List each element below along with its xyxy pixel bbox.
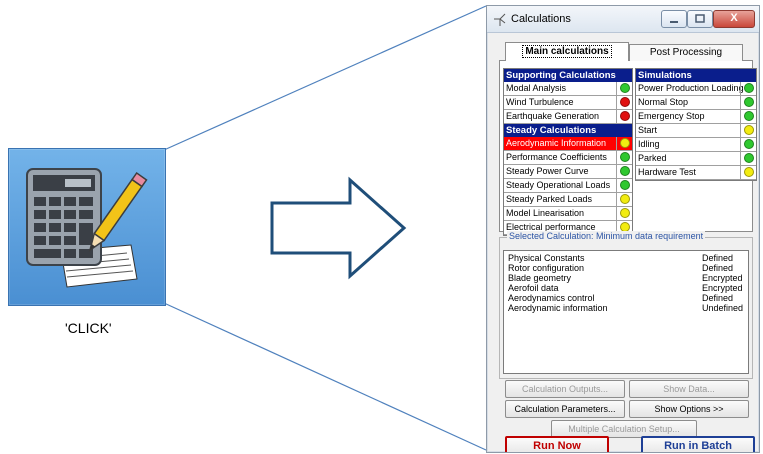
status-green-icon bbox=[744, 97, 754, 107]
list-item-label: Parked bbox=[638, 153, 667, 163]
status-yellow-icon bbox=[620, 194, 630, 204]
list-item-power-production-loading[interactable]: Power Production Loading bbox=[636, 82, 756, 96]
requirement-name: Blade geometry bbox=[508, 273, 572, 283]
status-green-icon bbox=[744, 111, 754, 121]
calculations-list-left: Supporting Calculations Modal Analysis W… bbox=[503, 68, 633, 236]
requirement-name: Aerodynamics control bbox=[508, 293, 595, 303]
tab-label: Main calculations bbox=[522, 45, 612, 58]
list-item-steady-power-curve[interactable]: Steady Power Curve bbox=[504, 165, 632, 179]
list-item-label: Steady Power Curve bbox=[506, 166, 589, 176]
simulations-list: Simulations Power Production Loading Nor… bbox=[635, 68, 757, 181]
tab-main-calculations[interactable]: Main calculations bbox=[505, 42, 629, 61]
list-item-label: Emergency Stop bbox=[638, 111, 705, 121]
list-item-label: Idling bbox=[638, 139, 660, 149]
minimize-button[interactable] bbox=[661, 10, 687, 28]
requirement-status: Defined bbox=[702, 263, 734, 273]
status-green-icon bbox=[620, 152, 630, 162]
list-item-normal-stop[interactable]: Normal Stop bbox=[636, 96, 756, 110]
status-red-icon bbox=[620, 111, 630, 121]
list-item-label: Aerodynamic Information bbox=[506, 138, 607, 148]
status-red-icon bbox=[620, 97, 630, 107]
requirement-title: Selected Calculation: Minimum data requi… bbox=[507, 231, 706, 241]
requirement-name: Physical Constants bbox=[508, 253, 585, 263]
requirement-status: Defined bbox=[702, 293, 734, 303]
list-item-label: Performance Coefficients bbox=[506, 152, 607, 162]
status-green-icon bbox=[620, 83, 630, 93]
status-yellow-icon bbox=[744, 125, 754, 135]
list-item-wind-turbulence[interactable]: Wind Turbulence bbox=[504, 96, 632, 110]
list-item-performance-coefficients[interactable]: Performance Coefficients bbox=[504, 151, 632, 165]
requirement-list[interactable]: Physical Constants Defined Rotor configur… bbox=[503, 250, 749, 374]
list-item-label: Power Production Loading bbox=[638, 83, 744, 93]
status-yellow-icon bbox=[620, 138, 630, 148]
status-green-icon bbox=[620, 180, 630, 190]
requirement-status: Undefined bbox=[702, 303, 744, 313]
maximize-button[interactable] bbox=[687, 10, 713, 28]
list-item-label: Earthquake Generation bbox=[506, 111, 600, 121]
calculator-app-icon[interactable] bbox=[8, 148, 166, 306]
wind-turbine-icon bbox=[494, 13, 506, 26]
window-title: Calculations bbox=[511, 13, 571, 25]
requirement-status: Defined bbox=[702, 253, 734, 263]
requirement-status: Encrypted bbox=[702, 273, 743, 283]
tab-post-processing[interactable]: Post Processing bbox=[629, 44, 743, 61]
requirement-name: Aerodynamic information bbox=[508, 303, 608, 313]
connector-line-top bbox=[163, 5, 487, 151]
requirement-status: Encrypted bbox=[702, 283, 743, 293]
list-item-label: Normal Stop bbox=[638, 97, 689, 107]
run-in-batch-button[interactable]: Run in Batch bbox=[641, 436, 755, 452]
show-data-button[interactable]: Show Data... bbox=[629, 380, 749, 398]
show-options-button[interactable]: Show Options >> bbox=[629, 400, 749, 418]
list-item-label: Wind Turbulence bbox=[506, 97, 574, 107]
status-green-icon bbox=[620, 166, 630, 176]
requirement-name: Aerofoil data bbox=[508, 283, 559, 293]
list-item-idling[interactable]: Idling bbox=[636, 138, 756, 152]
list-item-hardware-test[interactable]: Hardware Test bbox=[636, 166, 756, 180]
list-item-label: Model Linearisation bbox=[506, 208, 585, 218]
calculator-with-pencil-icon bbox=[26, 168, 148, 288]
list-item-parked[interactable]: Parked bbox=[636, 152, 756, 166]
status-green-icon bbox=[744, 139, 754, 149]
close-button[interactable]: X bbox=[713, 10, 755, 28]
calculation-parameters-button[interactable]: Calculation Parameters... bbox=[505, 400, 625, 418]
calculation-outputs-button[interactable]: Calculation Outputs... bbox=[505, 380, 625, 398]
list-item-label: Start bbox=[638, 125, 658, 135]
list-item-modal-analysis[interactable]: Modal Analysis bbox=[504, 82, 632, 96]
list-item-label: Modal Analysis bbox=[506, 83, 567, 93]
click-caption: 'CLICK' bbox=[65, 320, 112, 336]
status-green-icon bbox=[744, 153, 754, 163]
simulations-header: Simulations bbox=[636, 69, 756, 82]
list-item-steady-operational-loads[interactable]: Steady Operational Loads bbox=[504, 179, 632, 193]
steady-calculations-header: Steady Calculations bbox=[504, 124, 632, 137]
list-item-label: Steady Operational Loads bbox=[506, 180, 611, 190]
list-item-model-linearisation[interactable]: Model Linearisation bbox=[504, 207, 632, 221]
minimize-icon bbox=[670, 21, 678, 23]
maximize-icon bbox=[695, 14, 705, 23]
requirement-name: Rotor configuration bbox=[508, 263, 585, 273]
list-item-steady-parked-loads[interactable]: Steady Parked Loads bbox=[504, 193, 632, 207]
list-item-emergency-stop[interactable]: Emergency Stop bbox=[636, 110, 756, 124]
right-arrow-icon bbox=[270, 176, 407, 280]
list-item-label: Hardware Test bbox=[638, 167, 696, 177]
status-yellow-icon bbox=[620, 208, 630, 218]
supporting-calculations-header: Supporting Calculations bbox=[504, 69, 632, 82]
list-item-label: Steady Parked Loads bbox=[506, 194, 593, 204]
list-item-aerodynamic-information[interactable]: Aerodynamic Information bbox=[504, 137, 632, 151]
list-item-earthquake-generation[interactable]: Earthquake Generation bbox=[504, 110, 632, 124]
status-yellow-icon bbox=[744, 167, 754, 177]
title-bar[interactable]: Calculations X bbox=[487, 6, 759, 33]
run-now-button[interactable]: Run Now bbox=[505, 436, 609, 452]
list-item-start[interactable]: Start bbox=[636, 124, 756, 138]
status-green-icon bbox=[744, 83, 754, 93]
connector-line-bottom bbox=[163, 302, 487, 451]
calculations-window: Calculations X Main calculations Post Pr… bbox=[486, 5, 760, 453]
